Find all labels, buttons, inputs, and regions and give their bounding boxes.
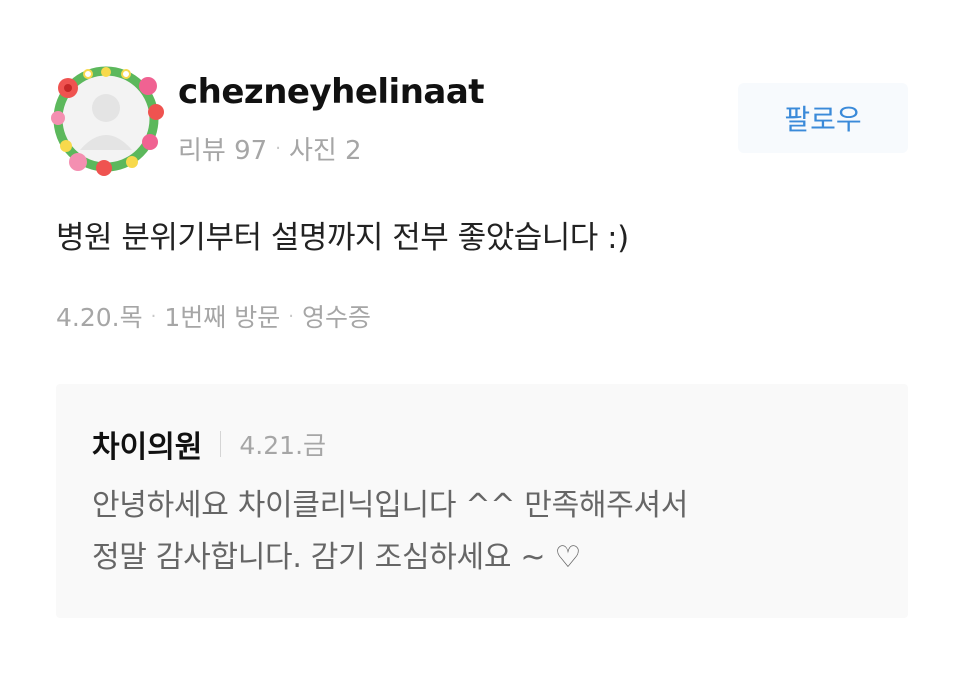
photo-count: 사진 2: [288, 136, 362, 166]
separator-dot: ·: [275, 138, 281, 159]
profile-wreath-icon: [51, 66, 164, 176]
separator-dot: ·: [150, 305, 157, 327]
reply-header: 차이의원 4.21.금: [92, 422, 326, 466]
reply-text: 안녕하세요 차이클리닉입니다 ^^ 만족해주셔서 정말 감사합니다. 감기 조심…: [92, 480, 872, 584]
owner-reply: 차이의원 4.21.금 안녕하세요 차이클리닉입니다 ^^ 만족해주셔서 정말 …: [56, 384, 908, 618]
username[interactable]: chezneyhelinaat: [178, 72, 485, 112]
divider: [220, 431, 222, 457]
visit-date: 4.20.목: [56, 303, 143, 332]
avatar[interactable]: [44, 60, 168, 178]
follow-button[interactable]: 팔로우: [738, 83, 908, 153]
review-meta: 4.20.목 · 1번째 방문 · 영수증: [56, 298, 371, 334]
reply-date: 4.21.금: [239, 431, 327, 460]
reply-author: 차이의원: [92, 430, 203, 465]
reply-line: 안녕하세요 차이클리닉입니다 ^^ 만족해주셔서: [92, 488, 689, 523]
review-text: 병원 분위기부터 설명까지 전부 좋았습니다 :): [56, 220, 629, 256]
review-count: 리뷰 97: [178, 136, 268, 166]
user-stats: 리뷰 97 · 사진 2: [178, 130, 362, 167]
receipt-badge: 영수증: [301, 303, 371, 332]
reply-line: 정말 감사합니다. 감기 조심하세요 ~ ♡: [92, 540, 582, 575]
visit-count: 1번째 방문: [164, 303, 281, 332]
separator-dot: ·: [288, 305, 294, 327]
